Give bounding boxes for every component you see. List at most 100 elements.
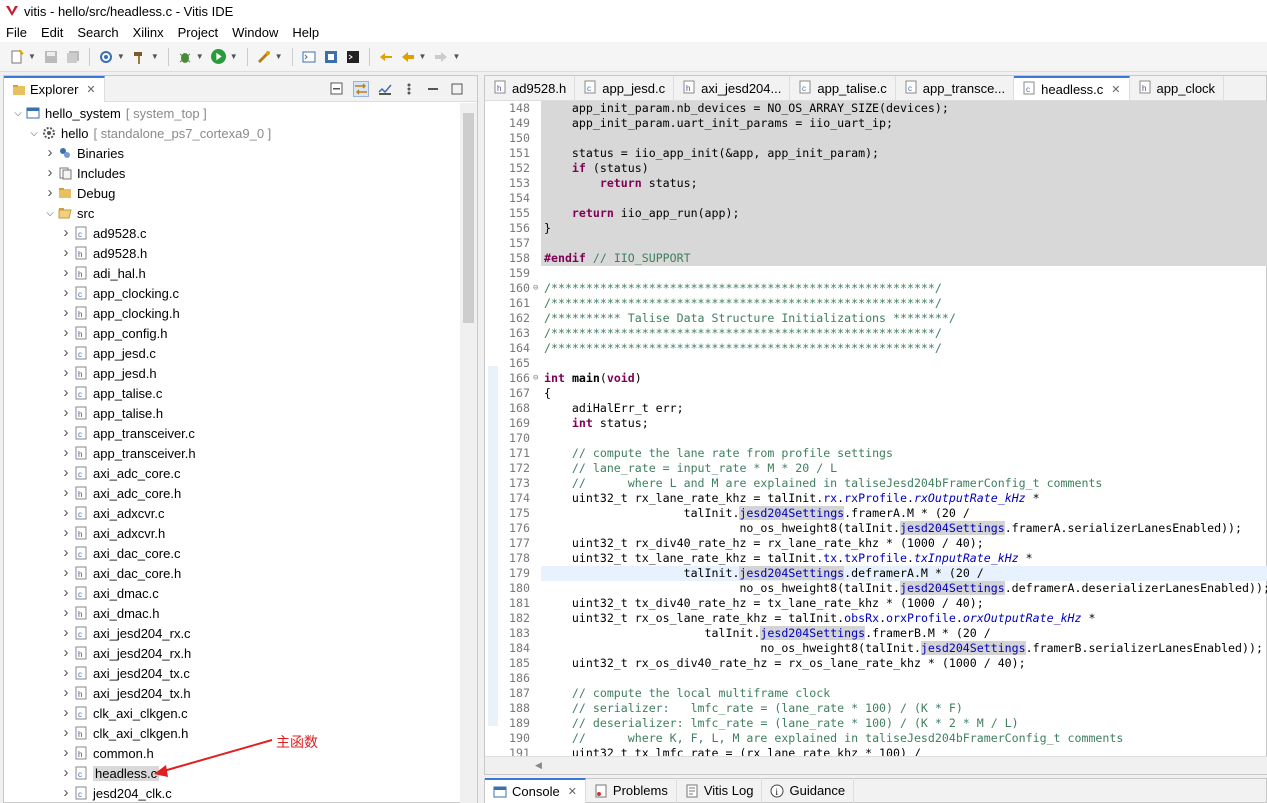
tree-item[interactable]: › c axi_jesd204_rx.c [4, 623, 462, 643]
code-line[interactable]: 154 [485, 191, 1267, 206]
collapsed-arrow-icon[interactable]: › [60, 325, 72, 340]
save-all-icon[interactable] [65, 49, 81, 65]
view-menu-icon[interactable] [401, 81, 417, 97]
tree-item[interactable]: ⌵ src [4, 203, 462, 223]
tree-item[interactable]: › c app_clocking.c [4, 283, 462, 303]
expanded-arrow-icon[interactable]: ⌵ [44, 208, 56, 219]
bottom-tab[interactable]: Console ✕ [485, 778, 586, 803]
collapsed-arrow-icon[interactable]: › [60, 225, 72, 240]
tree-item[interactable]: › h app_talise.h [4, 403, 462, 423]
console-window-icon[interactable] [345, 49, 361, 65]
tree-item[interactable]: › c axi_dmac.c [4, 583, 462, 603]
code-line[interactable]: 189 // deserializer: lmfc_rate = (lane_r… [485, 716, 1267, 731]
tree-item[interactable]: › c clk_axi_clkgen.c [4, 703, 462, 723]
code-line[interactable]: 164 /************************************… [485, 341, 1267, 356]
collapsed-arrow-icon[interactable]: › [60, 545, 72, 560]
close-icon[interactable]: ✕ [1111, 83, 1120, 96]
code-line[interactable]: 163 /************************************… [485, 326, 1267, 341]
debug-icon[interactable] [177, 49, 193, 65]
code-line[interactable]: 168 adiHalErr_t err; [485, 401, 1267, 416]
collapsed-arrow-icon[interactable]: › [44, 185, 56, 200]
tree-item[interactable]: › Includes [4, 163, 462, 183]
fold-icon[interactable]: ⊖ [533, 371, 541, 386]
collapsed-arrow-icon[interactable]: › [60, 705, 72, 720]
filter-icon[interactable] [377, 81, 393, 97]
collapsed-arrow-icon[interactable]: › [60, 245, 72, 260]
tree-item[interactable]: › h app_jesd.h [4, 363, 462, 383]
code-line[interactable]: 184 no_os_hweight8(talInit.jesd204Settin… [485, 641, 1267, 656]
code-line[interactable]: 174 uint32_t rx_lane_rate_khz = talInit.… [485, 491, 1267, 506]
menu-project[interactable]: Project [178, 25, 218, 40]
collapsed-arrow-icon[interactable]: › [60, 685, 72, 700]
editor-tab[interactable]: c app_talise.c [790, 76, 896, 100]
code-area[interactable]: 148 app_init_param.nb_devices = NO_OS_AR… [485, 101, 1267, 756]
code-line[interactable]: 185 uint32_t rx_os_div40_rate_hz = rx_os… [485, 656, 1267, 671]
collapsed-arrow-icon[interactable]: › [60, 285, 72, 300]
tree-item[interactable]: › c jesd204_clk.c [4, 783, 462, 803]
collapsed-arrow-icon[interactable]: › [60, 605, 72, 620]
collapsed-arrow-icon[interactable]: › [60, 425, 72, 440]
collapsed-arrow-icon[interactable]: › [60, 485, 72, 500]
terminal-icon[interactable] [301, 49, 317, 65]
code-line[interactable]: 171 // compute the lane rate from profil… [485, 446, 1267, 461]
collapsed-arrow-icon[interactable]: › [60, 365, 72, 380]
collapse-all-icon[interactable] [329, 81, 345, 97]
collapsed-arrow-icon[interactable]: › [60, 465, 72, 480]
bottom-tab[interactable]: i Guidance [762, 778, 855, 803]
code-line[interactable]: 182 uint32_t rx_os_lane_rate_khz = talIn… [485, 611, 1267, 626]
code-line[interactable]: 165 [485, 356, 1267, 371]
code-line[interactable]: 166 ⊖ int main(void) [485, 371, 1267, 386]
maximize-icon[interactable] [449, 81, 465, 97]
code-line[interactable]: 179 talInit.jesd204Settings.deframerA.M … [485, 566, 1267, 581]
tree-item[interactable]: › c axi_adc_core.c [4, 463, 462, 483]
code-line[interactable]: 167 { [485, 386, 1267, 401]
xsct-icon[interactable] [323, 49, 339, 65]
tree-item[interactable]: › h app_clocking.h [4, 303, 462, 323]
close-icon[interactable]: ✕ [568, 785, 577, 798]
editor-tab[interactable]: c app_jesd.c [575, 76, 675, 100]
editor-hscrollbar[interactable]: ◀ [485, 756, 1267, 774]
code-line[interactable]: 149 app_init_param.uart_init_params = ii… [485, 116, 1267, 131]
tree-item[interactable]: › Debug [4, 183, 462, 203]
collapsed-arrow-icon[interactable]: › [60, 405, 72, 420]
tree-item[interactable]: ⌵ hello_system[ system_top ] [4, 103, 462, 123]
code-line[interactable]: 155 return iio_app_run(app); [485, 206, 1267, 221]
tree-item[interactable]: › h axi_dmac.h [4, 603, 462, 623]
code-line[interactable]: 187 // compute the local multiframe cloc… [485, 686, 1267, 701]
build-target-icon[interactable] [98, 49, 114, 65]
menu-xilinx[interactable]: Xilinx [133, 25, 164, 40]
code-line[interactable]: 159 [485, 266, 1267, 281]
code-line[interactable]: 177 uint32_t rx_div40_rate_hz = rx_lane_… [485, 536, 1267, 551]
code-line[interactable]: 191 uint32_t tx_lmfc_rate = (rx_lane_rat… [485, 746, 1267, 756]
tree-item[interactable]: › h adi_hal.h [4, 263, 462, 283]
collapsed-arrow-icon[interactable]: › [60, 625, 72, 640]
editor-tab[interactable]: c headless.c ✕ [1014, 76, 1130, 100]
expanded-arrow-icon[interactable]: ⌵ [28, 128, 40, 139]
code-line[interactable]: 172 // lane_rate = input_rate * M * 20 /… [485, 461, 1267, 476]
code-line[interactable]: 188 // serializer: lmfc_rate = (lane_rat… [485, 701, 1267, 716]
tree-item[interactable]: › h axi_dac_core.h [4, 563, 462, 583]
fold-icon[interactable]: ⊖ [533, 281, 541, 296]
code-line[interactable]: 169 int status; [485, 416, 1267, 431]
forward-arrow-icon[interactable] [433, 49, 449, 65]
tree-item[interactable]: › c app_talise.c [4, 383, 462, 403]
run-icon[interactable] [211, 49, 227, 65]
tab-explorer[interactable]: Explorer ✕ [4, 75, 105, 102]
collapsed-arrow-icon[interactable]: › [60, 385, 72, 400]
editor-tab[interactable]: h app_clock [1130, 76, 1225, 100]
expanded-arrow-icon[interactable]: ⌵ [12, 108, 24, 119]
code-line[interactable]: 150 [485, 131, 1267, 146]
menu-help[interactable]: Help [292, 25, 319, 40]
menu-file[interactable]: File [6, 25, 27, 40]
collapsed-arrow-icon[interactable]: › [44, 145, 56, 160]
link-editor-icon[interactable] [353, 81, 369, 97]
code-line[interactable]: 156} [485, 221, 1267, 236]
tree-item[interactable]: › h app_transceiver.h [4, 443, 462, 463]
tree-item[interactable]: › h axi_jesd204_rx.h [4, 643, 462, 663]
close-icon[interactable]: ✕ [86, 83, 95, 96]
collapsed-arrow-icon[interactable]: › [60, 265, 72, 280]
tree-item[interactable]: › h app_config.h [4, 323, 462, 343]
tree-item[interactable]: › h axi_jesd204_tx.h [4, 683, 462, 703]
tree-item[interactable]: › c axi_dac_core.c [4, 543, 462, 563]
code-line[interactable]: 161 /************************************… [485, 296, 1267, 311]
